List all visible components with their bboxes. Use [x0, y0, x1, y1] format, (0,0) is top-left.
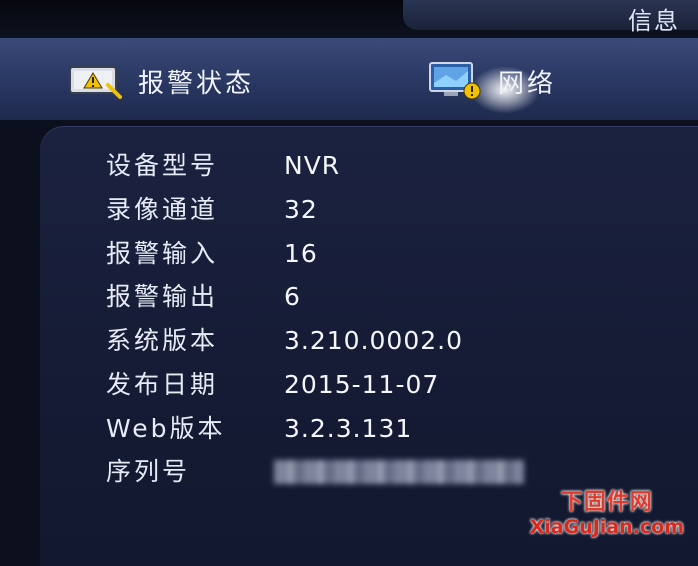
watermark: 下固件网 XiaGuJian.com	[530, 484, 684, 538]
network-icon	[426, 61, 484, 101]
alarm-output-label: 报警输出	[106, 282, 219, 311]
alarm-input-value: 16	[284, 239, 318, 268]
alarm-status-icon	[66, 61, 124, 101]
watermark-text-en: XiaGuJian.com	[529, 516, 684, 538]
release-date-label: 发布日期	[106, 370, 219, 399]
record-channels-value: 32	[284, 195, 318, 224]
serial-number-redacted	[274, 460, 524, 484]
tab-alarm-status[interactable]: 报警状态	[66, 56, 254, 106]
title-tab: 信息	[403, 0, 698, 35]
device-model-value: NVR	[284, 151, 341, 180]
web-version-value: 3.2.3.131	[284, 414, 413, 443]
alarm-input-label: 报警输入	[106, 239, 219, 268]
window-title: 信息	[628, 7, 680, 35]
web-version-label: Web版本	[106, 414, 226, 443]
serial-number-label: 序列号	[106, 457, 191, 486]
watermark-text-cn: 下固件网	[560, 490, 653, 515]
device-model-label: 设备型号	[106, 151, 219, 180]
release-date-value: 2015-11-07	[284, 370, 440, 399]
record-channels-label: 录像通道	[106, 195, 219, 224]
tab-network[interactable]: 网络	[426, 56, 556, 106]
tab-row: 报警状态 网络	[0, 38, 698, 120]
tab-network-label: 网络	[498, 68, 557, 99]
tab-alarm-status-label: 报警状态	[138, 68, 255, 99]
alarm-output-value: 6	[284, 282, 301, 311]
system-version-value: 3.210.0002.0	[284, 326, 463, 355]
system-version-label: 系统版本	[106, 326, 219, 355]
